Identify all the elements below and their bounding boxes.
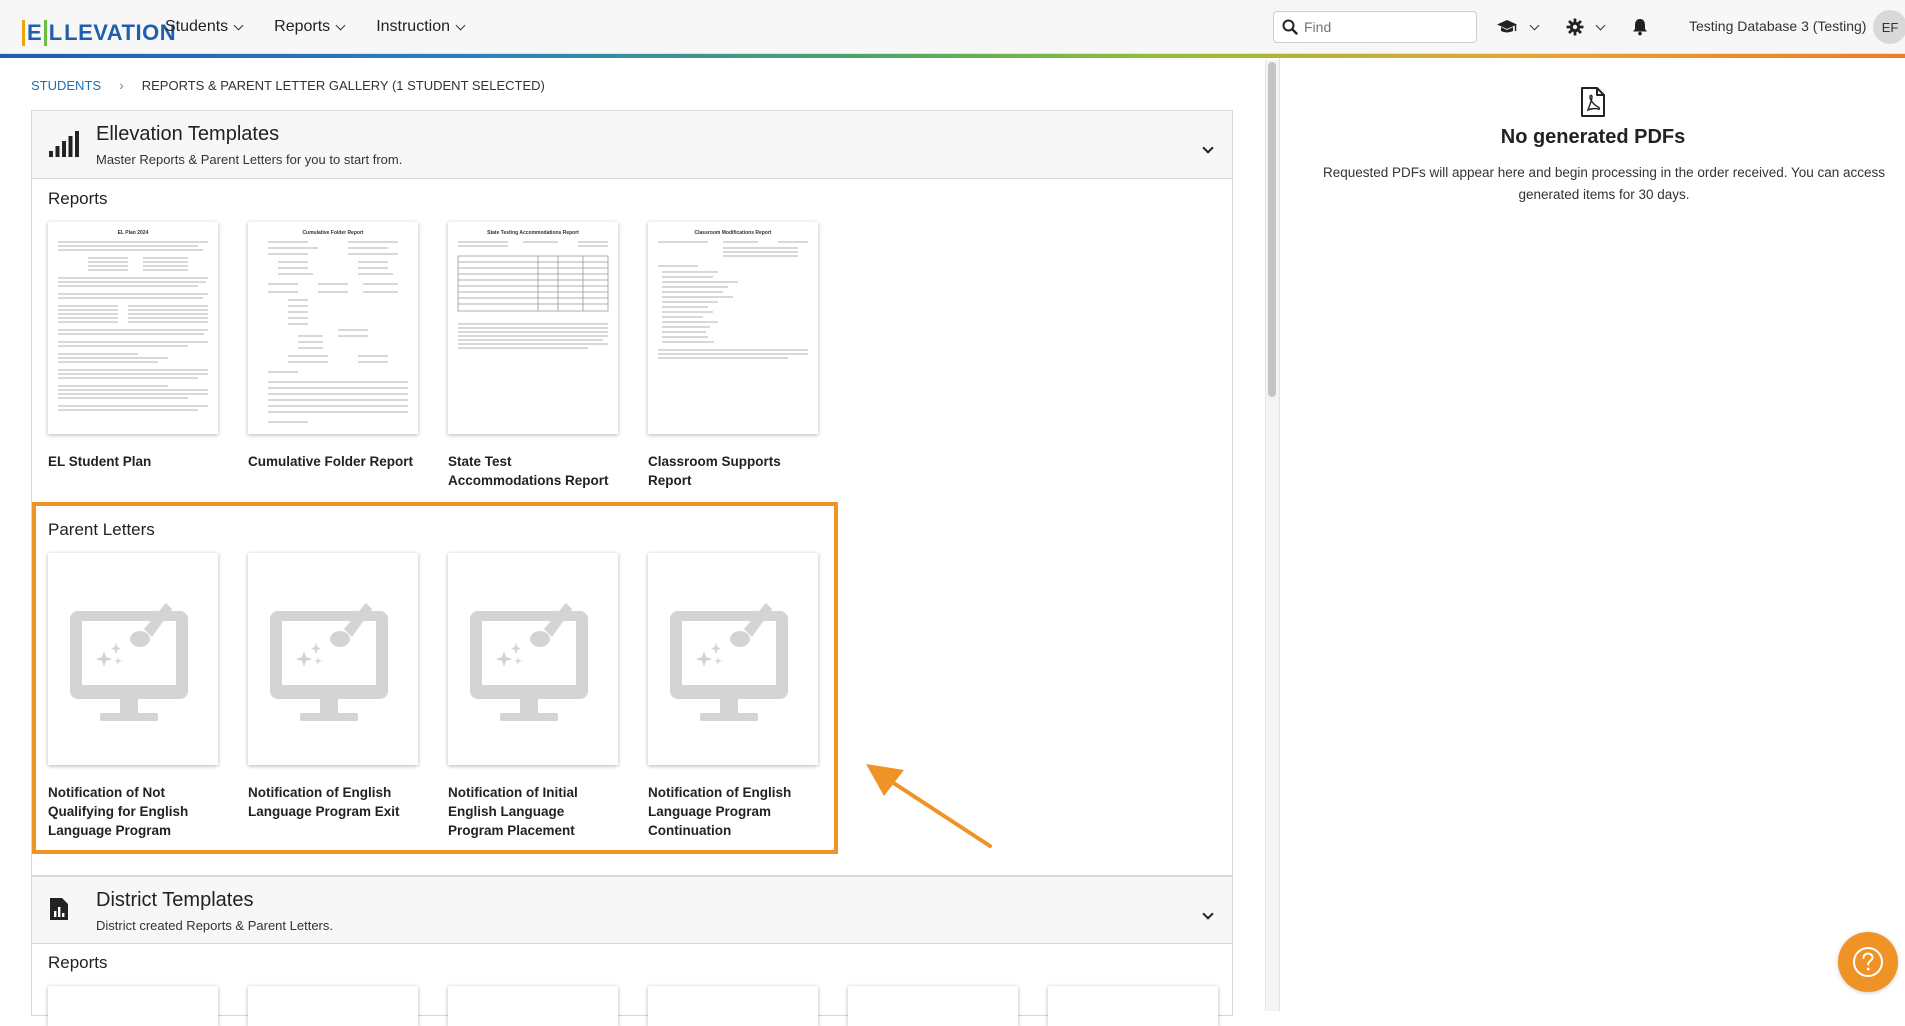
ellevation-logo[interactable]: E L LEVATION <box>22 8 176 46</box>
collapse-chevron-icon[interactable] <box>1202 905 1214 921</box>
section-title: District Templates <box>96 889 254 911</box>
section-subtitle: Master Reports & Parent Letters for you … <box>96 152 403 167</box>
nav-utility-icons <box>1496 0 1648 54</box>
thumb-title: Cumulative Folder Report <box>302 230 363 236</box>
report-thumbnail[interactable]: Cumulative Folder Report <box>248 222 418 434</box>
top-navbar: E L LEVATION Students Reports Instruction … <box>0 0 1905 54</box>
district-report-thumbnail[interactable] <box>448 986 618 1026</box>
search-icon <box>1282 19 1298 35</box>
search-box[interactable] <box>1273 11 1477 43</box>
collapse-chevron-icon[interactable] <box>1202 139 1214 155</box>
document-preview: Classroom Modifications Report <box>658 230 808 359</box>
breadcrumb-separator: › <box>119 77 124 93</box>
main-nav: Students Reports Instruction <box>165 0 466 54</box>
breadcrumb-current: REPORTS & PARENT LETTER GALLERY (1 STUDE… <box>141 77 545 93</box>
district-report-thumbnail[interactable] <box>848 986 1018 1026</box>
report-label[interactable]: Classroom Supports Report <box>648 452 818 490</box>
search-input[interactable] <box>1304 19 1464 35</box>
report-card-classroom-supports[interactable]: Classroom Modifications Report Classroom… <box>648 222 818 490</box>
pdf-panel-description: Requested PDFs will appear here and begi… <box>1322 165 1886 202</box>
gear-icon <box>1566 18 1584 36</box>
thumb-title: State Testing Accommodations Report <box>487 230 579 236</box>
nav-instruction[interactable]: Instruction <box>376 18 466 36</box>
chevron-down-icon <box>335 20 346 30</box>
settings-menu[interactable] <box>1566 18 1606 36</box>
report-thumbnail[interactable]: EL Plan 2024 <box>48 222 218 434</box>
district-reports-heading: Reports <box>48 953 108 972</box>
reports-heading: Reports <box>48 189 108 208</box>
breadcrumb-students-link[interactable]: STUDENTS <box>31 78 101 93</box>
report-label[interactable]: Cumulative Folder Report <box>248 452 418 471</box>
database-name[interactable]: Testing Database 3 (Testing) <box>1689 18 1866 34</box>
district-report-thumbnail[interactable] <box>648 986 818 1026</box>
report-thumbnail[interactable]: State Testing Accommodations Report <box>448 222 618 434</box>
district-report-thumbnail[interactable] <box>1048 986 1218 1026</box>
district-templates-header[interactable]: District Templates District created Repo… <box>32 876 1232 944</box>
report-card-state-test[interactable]: State Testing Accommodations Report Stat… <box>448 222 618 490</box>
section-subtitle: District created Reports & Parent Letter… <box>96 918 333 933</box>
report-thumbnail[interactable]: Classroom Modifications Report <box>648 222 818 434</box>
main-scrollbar-thumb[interactable] <box>1268 62 1276 397</box>
section-title: Ellevation Templates <box>96 123 280 145</box>
breadcrumb: STUDENTS › REPORTS & PARENT LETTER GALLE… <box>31 77 545 93</box>
generated-pdfs-panel: No generated PDFs Requested PDFs will ap… <box>1279 58 1905 1011</box>
bell-icon <box>1633 19 1647 36</box>
user-avatar[interactable]: EF <box>1873 10 1905 44</box>
nav-reports[interactable]: Reports <box>274 18 346 36</box>
report-card-el-student-plan[interactable]: EL Plan 2024 EL Student Plan <box>48 222 218 471</box>
document-preview: Cumulative Folder Report <box>268 230 408 423</box>
chevron-down-icon <box>1529 20 1540 30</box>
report-label[interactable]: EL Student Plan <box>48 452 218 471</box>
parent-letters-highlight <box>32 502 838 854</box>
thumb-title: Classroom Modifications Report <box>695 230 772 236</box>
thumb-title: EL Plan 2024 <box>118 230 149 236</box>
help-button[interactable] <box>1838 932 1898 992</box>
report-label[interactable]: State Test Accommodations Report <box>448 452 618 490</box>
annotation-arrow-icon <box>866 764 992 848</box>
ellevation-templates-header[interactable]: Ellevation Templates Master Reports & Pa… <box>32 111 1232 179</box>
chevron-down-icon <box>1595 20 1606 30</box>
graduation-cap-icon <box>1497 20 1517 33</box>
chart-document-icon <box>50 898 68 920</box>
document-preview: EL Plan 2024 <box>58 230 208 411</box>
report-card-cumulative-folder[interactable]: Cumulative Folder Report Cumulative Fold… <box>248 222 418 471</box>
nav-students[interactable]: Students <box>165 18 244 36</box>
chevron-down-icon <box>455 20 466 30</box>
pdf-panel-title: No generated PDFs <box>1500 126 1686 148</box>
signal-bars-icon <box>49 131 79 157</box>
district-report-thumbnail[interactable] <box>248 986 418 1026</box>
document-preview: State Testing Accommodations Report <box>457 230 609 349</box>
pdf-file-icon <box>1581 87 1605 117</box>
graduation-menu[interactable] <box>1496 19 1540 35</box>
chevron-down-icon <box>233 20 244 30</box>
notifications-button[interactable] <box>1632 18 1648 36</box>
district-report-thumbnail[interactable] <box>48 986 218 1026</box>
question-icon <box>1853 947 1883 977</box>
